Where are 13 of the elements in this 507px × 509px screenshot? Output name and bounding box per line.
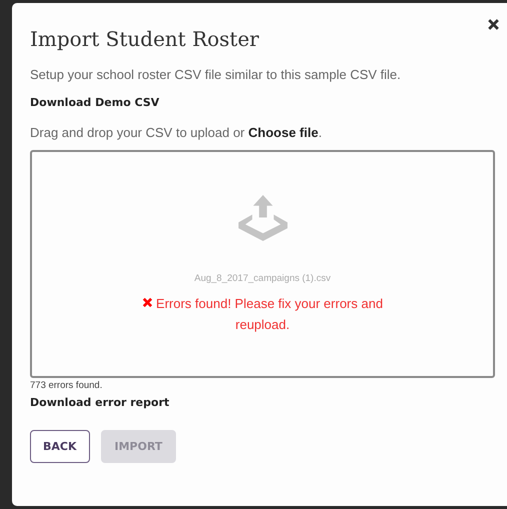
download-error-report-link[interactable]: Download error report: [30, 396, 495, 409]
error-message: Errors found! Please fix your errors and reupload.: [156, 296, 383, 332]
back-button[interactable]: BACK: [30, 430, 90, 463]
error-count: 773 errors found.: [30, 380, 104, 391]
intro-text: Setup your school roster CSV file similar to this sample CSV file.: [30, 67, 402, 82]
error-icon: [142, 297, 154, 308]
close-icon[interactable]: [487, 18, 500, 31]
file-name: Aug_8_2017_campaigns (1).csv: [194, 273, 331, 284]
upload-icon: [238, 195, 288, 242]
download-demo-link[interactable]: Download Demo CSV: [30, 96, 495, 109]
dialog-title: Import Student Roster: [30, 27, 260, 51]
drop-zone[interactable]: Aug_8_2017_campaigns (1).csv Errors found! Please fix your errors and reupload.: [30, 150, 495, 378]
drag-instructions: Drag and drop your CSV to upload or Choose file.: [30, 125, 323, 140]
